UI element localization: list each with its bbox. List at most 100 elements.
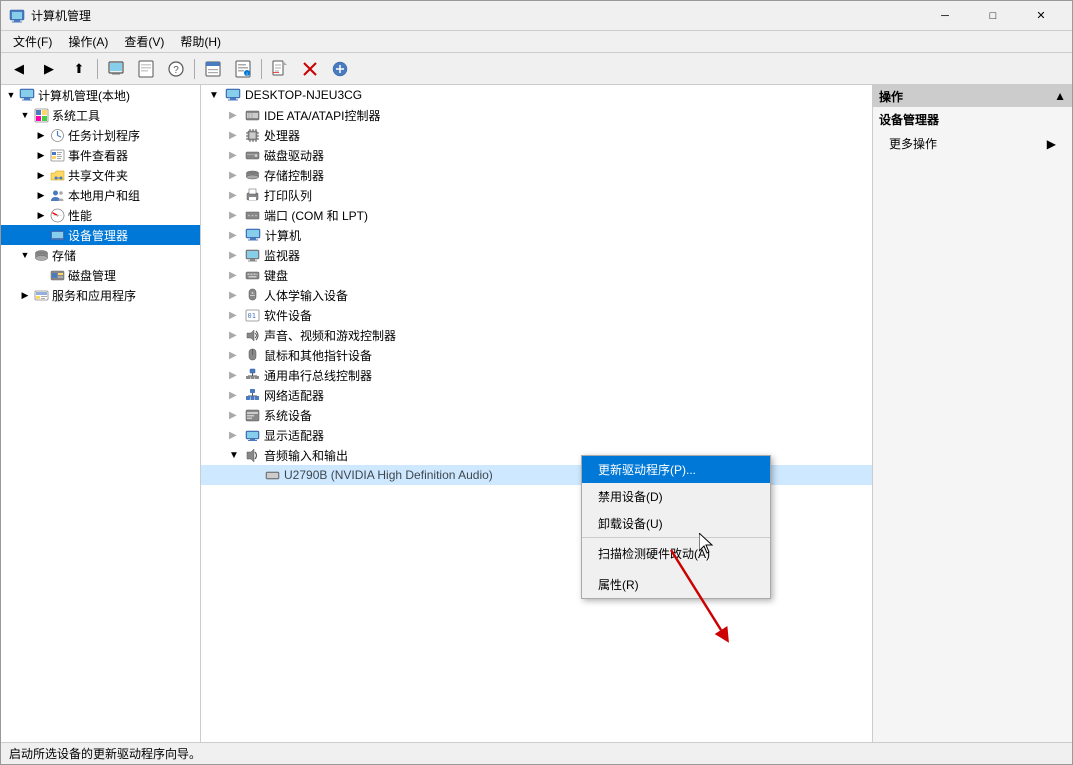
device-hid-label: 人体学输入设备	[264, 287, 348, 304]
device-tree-scroll[interactable]: ▼ DESKTOP-NJEU3CG ▶	[201, 85, 872, 742]
localusers-icon	[49, 187, 65, 203]
ctx-disable-device[interactable]: 禁用设备(D)	[582, 483, 770, 510]
event-expand[interactable]: ▶	[33, 147, 49, 163]
system-tools-label: 系统工具	[52, 107, 100, 124]
back-button[interactable]: ◀	[5, 56, 33, 82]
task-label: 任务计划程序	[68, 127, 140, 144]
help-button[interactable]: ?	[162, 56, 190, 82]
delete-button[interactable]	[296, 56, 324, 82]
menu-bar: 文件(F) 操作(A) 查看(V) 帮助(H)	[1, 31, 1072, 53]
device-display-label: 显示适配器	[264, 427, 324, 444]
more-actions-label: 更多操作	[889, 135, 937, 152]
sidebar-item-services[interactable]: ▶ 服务和应用程序	[1, 285, 200, 305]
services-expand[interactable]: ▶	[17, 287, 33, 303]
sidebar-item-task-scheduler[interactable]: ▶ 任务计划程序	[1, 125, 200, 145]
content-area: ▼ DESKTOP-NJEU3CG ▶	[201, 85, 872, 742]
sidebar-root[interactable]: ▼ 计算机管理(本地)	[1, 85, 200, 105]
device-ide[interactable]: ▶ IDE ATA/ATAPI控制器	[201, 105, 872, 125]
properties-button[interactable]: i	[229, 56, 257, 82]
shared-expand[interactable]: ▶	[33, 167, 49, 183]
perf-expand[interactable]: ▶	[33, 207, 49, 223]
maximize-button[interactable]: □	[970, 1, 1016, 31]
title-bar-controls: ─ □ ✕	[922, 1, 1064, 31]
sidebar-item-local-users[interactable]: ▶ 本地用户和组	[1, 185, 200, 205]
show-tree-button[interactable]	[199, 56, 227, 82]
up-button[interactable]: ⬆	[65, 56, 93, 82]
main-layout: ▼ 计算机管理(本地) ▼	[1, 85, 1072, 742]
services-label: 服务和应用程序	[52, 287, 136, 304]
device-computer-label: 计算机	[265, 227, 301, 244]
localusers-label: 本地用户和组	[68, 187, 140, 204]
device-tree-root[interactable]: ▼ DESKTOP-NJEU3CG	[201, 85, 872, 105]
device-sound[interactable]: ▶ 声音、视频和游戏控制器	[201, 325, 872, 345]
sidebar-item-device-manager[interactable]: ▶ 设备管理器	[1, 225, 200, 245]
event-log-button[interactable]	[132, 56, 160, 82]
device-audio-io[interactable]: ▼ 音频输入和输出	[201, 445, 872, 465]
right-panel-arrow-up[interactable]: ▲	[1054, 89, 1066, 103]
device-port-label: 端口 (COM 和 LPT)	[264, 207, 368, 224]
menu-view[interactable]: 查看(V)	[116, 31, 172, 52]
sidebar-item-storage[interactable]: ▼ 存储	[1, 245, 200, 265]
device-keyboard-label: 键盘	[264, 267, 288, 284]
system-tools-expand[interactable]: ▼	[17, 107, 33, 123]
right-panel-section1[interactable]: 设备管理器	[873, 107, 1072, 132]
main-window: 计算机管理 ─ □ ✕ 文件(F) 操作(A) 查看(V) 帮助(H) ◀ ▶ …	[0, 0, 1073, 765]
device-audio-child[interactable]: U2790B (NVIDIA High Definition Audio)	[201, 465, 872, 485]
sidebar-item-event-viewer[interactable]: ▶ 事件查看器	[1, 145, 200, 165]
menu-file[interactable]: 文件(F)	[5, 31, 60, 52]
more-actions-arrow: ▶	[1047, 137, 1056, 151]
forward-button[interactable]: ▶	[35, 56, 63, 82]
device-system-dev-label: 系统设备	[264, 407, 312, 424]
new-button[interactable]	[266, 56, 294, 82]
ctx-uninstall-device[interactable]: 卸载设备(U)	[582, 510, 770, 538]
device-print-label: 打印队列	[264, 187, 312, 204]
device-computer[interactable]: ▶ 计算机	[201, 225, 872, 245]
device-mouse[interactable]: ▶ 鼠标和其他指针设备	[201, 345, 872, 365]
sidebar-item-performance[interactable]: ▶ 性能	[1, 205, 200, 225]
device-serial[interactable]: ▶ 通用串行总线控制器	[201, 365, 872, 385]
task-expand[interactable]: ▶	[33, 127, 49, 143]
device-keyboard[interactable]: ▶ 键盘	[201, 265, 872, 285]
menu-help[interactable]: 帮助(H)	[172, 31, 229, 52]
toolbar: ◀ ▶ ⬆ ?	[1, 53, 1072, 85]
menu-action[interactable]: 操作(A)	[60, 31, 116, 52]
event-icon	[49, 147, 65, 163]
right-panel-more-actions[interactable]: 更多操作 ▶	[873, 132, 1072, 155]
devmgr-label: 设备管理器	[68, 227, 128, 244]
localusers-expand[interactable]: ▶	[33, 187, 49, 203]
sidebar-item-shared-folders[interactable]: ▶ 共享文件夹	[1, 165, 200, 185]
device-sound-label: 声音、视频和游戏控制器	[264, 327, 396, 344]
sidebar-item-system-tools[interactable]: ▼ 系统工具	[1, 105, 200, 125]
disk-mgmt-label: 磁盘管理	[68, 267, 116, 284]
toolbar-separator-3	[261, 59, 262, 79]
ctx-scan[interactable]: 扫描检测硬件改动(A)	[582, 540, 770, 567]
storage-expand[interactable]: ▼	[17, 247, 33, 263]
device-port[interactable]: ▶ 端口 (COM 和 LPT)	[201, 205, 872, 225]
device-print[interactable]: ▶ 打印队列	[201, 185, 872, 205]
minimize-button[interactable]: ─	[922, 1, 968, 31]
toolbar-separator-1	[97, 59, 98, 79]
svg-text:i: i	[246, 72, 247, 78]
device-storage-ctrl[interactable]: ▶ 存储控制器	[201, 165, 872, 185]
device-monitor[interactable]: ▶ 监视器	[201, 245, 872, 265]
title-bar-icon	[9, 8, 25, 24]
device-disk[interactable]: ▶ 磁盘驱动器	[201, 145, 872, 165]
root-expand-icon[interactable]: ▼	[3, 87, 19, 103]
devmgr-icon	[49, 227, 65, 243]
sidebar-item-disk-management[interactable]: ▶ 磁盘管理	[1, 265, 200, 285]
device-display[interactable]: ▶ 显示适配器	[201, 425, 872, 445]
right-panel-title: 操作	[879, 88, 903, 105]
ctx-update-driver[interactable]: 更新驱动程序(P)...	[582, 456, 770, 483]
show-hide-button[interactable]	[102, 56, 130, 82]
device-software[interactable]: ▶ 01 软件设备	[201, 305, 872, 325]
more-button[interactable]	[326, 56, 354, 82]
device-hid[interactable]: ▶ 人体学输入设备	[201, 285, 872, 305]
device-processor[interactable]: ▶	[201, 125, 872, 145]
device-network[interactable]: ▶ 网络适配器	[201, 385, 872, 405]
close-button[interactable]: ✕	[1018, 1, 1064, 31]
device-system-dev[interactable]: ▶ 系统设备	[201, 405, 872, 425]
device-software-label: 软件设备	[264, 307, 312, 324]
system-tools-icon	[33, 107, 49, 123]
ctx-properties[interactable]: 属性(R)	[582, 571, 770, 598]
device-root-label: DESKTOP-NJEU3CG	[245, 88, 362, 102]
